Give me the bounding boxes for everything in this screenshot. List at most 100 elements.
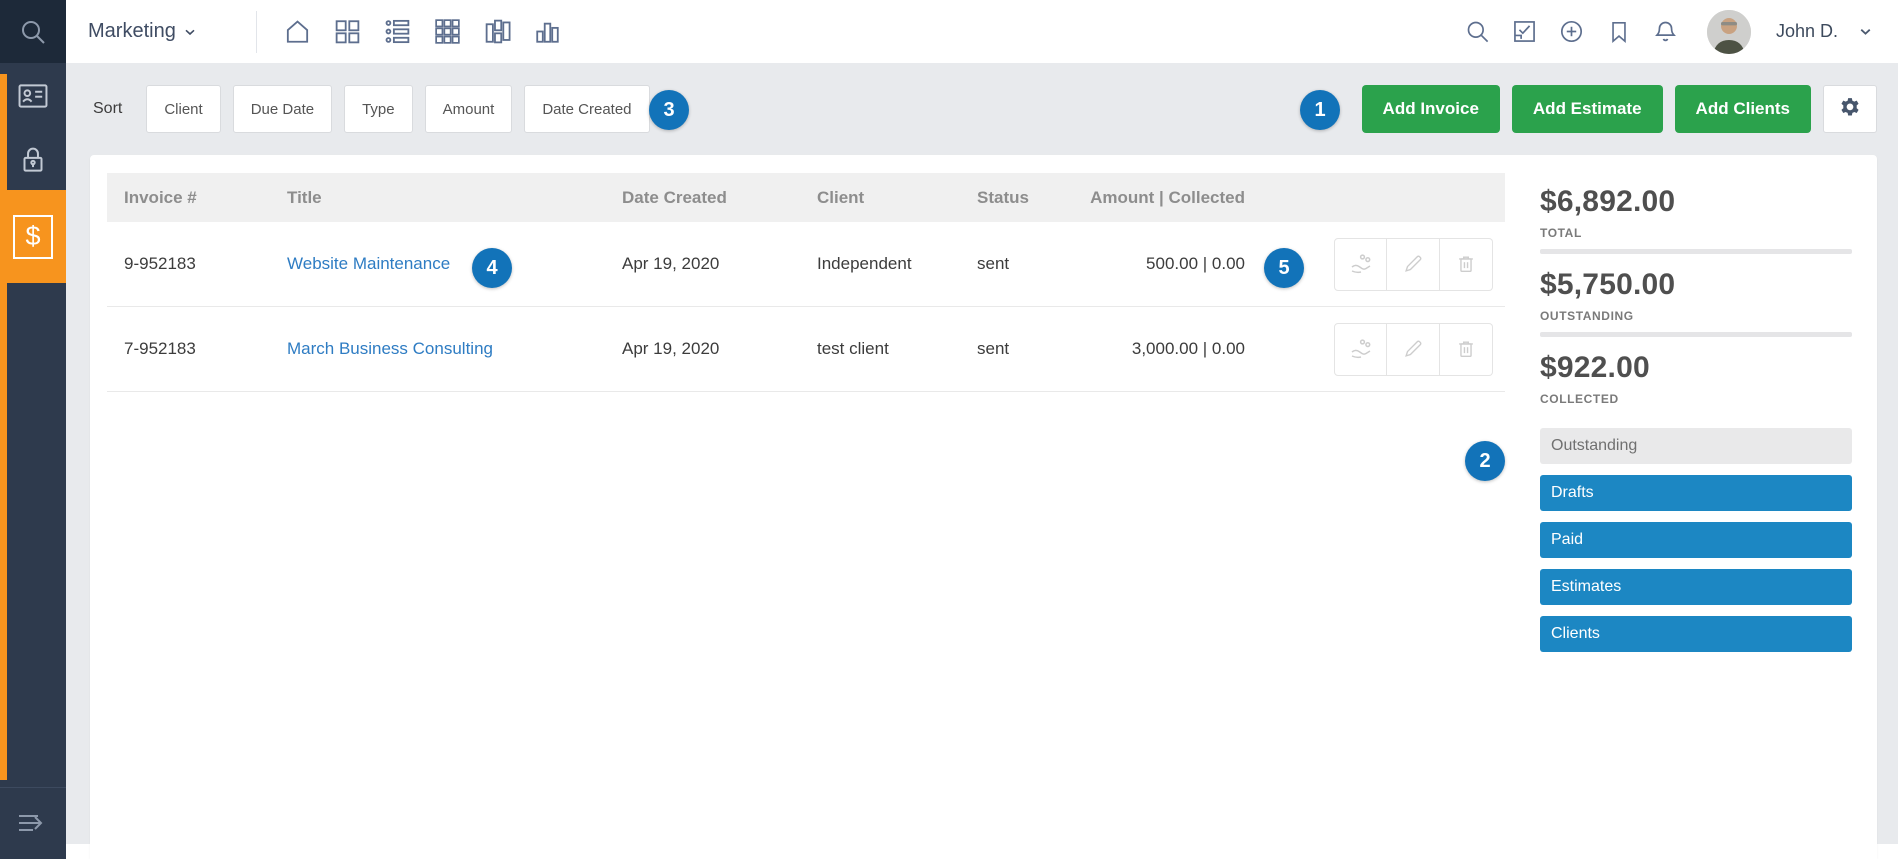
settings-button[interactable] [1823,85,1877,133]
edit-button[interactable] [1387,238,1440,291]
invoice-status: sent [960,339,1090,359]
lock-icon [16,143,50,177]
add-invoice-button[interactable]: Add Invoice [1362,85,1500,133]
search-icon[interactable] [1464,18,1492,46]
workspace-selector[interactable]: Marketing [88,20,198,43]
column-header-invoice: Invoice # [107,188,270,208]
column-header-status: Status [960,188,1090,208]
summary-filters: Outstanding Drafts Paid Estimates Client… [1540,428,1852,652]
invoice-date-created: Apr 19, 2020 [605,339,800,359]
outstanding-label: OUTSTANDING [1540,309,1852,323]
table-row: 7-952183 March Business Consulting Apr 1… [107,307,1505,392]
view-switcher [283,17,563,47]
list-view-icon[interactable] [383,17,413,47]
sidebar-divider [0,787,66,788]
bookmark-icon[interactable] [1605,18,1633,46]
annotation-badge-3: 3 [649,90,689,130]
stat-divider [1540,249,1852,254]
summary-stat-outstanding: $5,750.00 OUTSTANDING [1540,268,1852,337]
bar-chart-view-icon[interactable] [533,17,563,47]
sidebar-expand-button[interactable] [0,795,66,850]
filter-drafts-button[interactable]: Drafts [1540,475,1852,511]
sidebar-item-invoicing-active[interactable]: $ [0,190,66,283]
collect-payment-button[interactable] [1334,238,1387,291]
sidebar-item-security[interactable] [0,127,66,193]
sidebar-item-contacts[interactable] [0,63,66,129]
bell-icon[interactable] [1652,18,1680,46]
invoice-date-created: Apr 19, 2020 [605,254,800,274]
sort-by-date-created-button[interactable]: Date Created [524,85,649,133]
add-estimate-button[interactable]: Add Estimate [1512,85,1663,133]
invoice-amount-collected: 500.00 | 0.00 [1090,254,1245,274]
row-action-group [1334,323,1493,376]
filter-outstanding-button[interactable]: Outstanding [1540,428,1852,464]
workspace-name: Marketing [88,20,176,43]
annotation-badge-2: 2 [1465,441,1505,481]
summary-stat-total: $6,892.00 TOTAL [1540,185,1852,254]
invoice-client: test client [800,339,960,359]
invoice-status: sent [960,254,1090,274]
filter-clients-button[interactable]: Clients [1540,616,1852,652]
topbar-right-cluster: John D. [1464,10,1898,54]
sort-by-client-button[interactable]: Client [146,85,220,133]
top-navigation-bar: Marketing [66,0,1898,63]
row-action-group [1334,238,1493,291]
delete-button[interactable] [1440,238,1493,291]
chevron-down-icon [182,24,198,40]
tasks-icon[interactable] [1511,18,1539,46]
sort-by-amount-button[interactable]: Amount [425,85,513,133]
outstanding-value: $5,750.00 [1540,268,1852,302]
invoice-title-link[interactable]: March Business Consulting [287,339,493,358]
avatar[interactable] [1707,10,1751,54]
summary-stat-collected: $922.00 COLLECTED [1540,351,1852,406]
hand-coins-icon [1349,337,1373,361]
column-header-amount-collected: Amount | Collected [1090,188,1245,208]
annotation-badge-5: 5 [1264,248,1304,288]
sort-toolbar: Sort Client Due Date Type Amount Date Cr… [90,63,1877,155]
small-grid-view-icon[interactable] [433,17,463,47]
column-header-date-created: Date Created [605,188,800,208]
pencil-icon [1402,253,1424,275]
dollar-icon: $ [13,215,53,259]
invoice-client: Independent [800,254,960,274]
edit-button[interactable] [1387,323,1440,376]
board-view-icon[interactable] [483,17,513,47]
collected-label: COLLECTED [1540,392,1852,406]
contact-card-icon [16,79,50,113]
table-header-row: Invoice # Title Date Created Client Stat… [107,173,1505,222]
search-icon [18,17,48,47]
total-label: TOTAL [1540,226,1852,240]
grid-view-icon[interactable] [333,17,363,47]
collected-value: $922.00 [1540,351,1852,385]
sidebar-search-button[interactable] [0,0,66,63]
topbar-divider [256,11,257,53]
left-sidebar: $ [0,0,66,859]
add-icon[interactable] [1558,18,1586,46]
column-header-client: Client [800,188,960,208]
sort-by-type-button[interactable]: Type [344,85,413,133]
delete-button[interactable] [1440,323,1493,376]
user-menu-chevron-icon[interactable] [1857,23,1874,40]
collect-payment-button[interactable] [1334,323,1387,376]
invoice-title-link[interactable]: Website Maintenance [287,254,450,273]
hand-coins-icon [1349,252,1373,276]
gear-icon [1837,96,1863,122]
invoice-number: 9-952183 [107,254,270,274]
user-name[interactable]: John D. [1776,21,1838,42]
sort-label: Sort [93,100,122,118]
annotation-badge-4: 4 [472,248,512,288]
filter-paid-button[interactable]: Paid [1540,522,1852,558]
sort-by-due-date-button[interactable]: Due Date [233,85,332,133]
trash-icon [1455,338,1477,360]
trash-icon [1455,253,1477,275]
home-icon[interactable] [283,17,313,47]
add-clients-button[interactable]: Add Clients [1675,85,1811,133]
filter-estimates-button[interactable]: Estimates [1540,569,1852,605]
stat-divider [1540,332,1852,337]
primary-actions: Add Invoice Add Estimate Add Clients [1362,85,1877,133]
financial-summary-panel: $6,892.00 TOTAL $5,750.00 OUTSTANDING $9… [1540,185,1852,663]
annotation-badge-1: 1 [1300,90,1340,130]
column-header-title: Title [270,188,605,208]
pencil-icon [1402,338,1424,360]
invoice-amount-collected: 3,000.00 | 0.00 [1090,339,1245,359]
